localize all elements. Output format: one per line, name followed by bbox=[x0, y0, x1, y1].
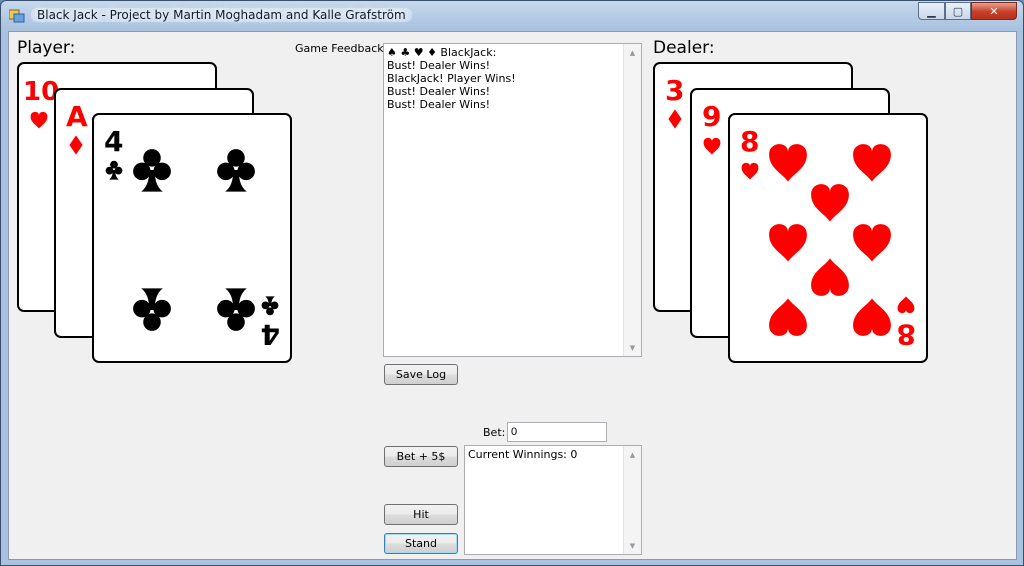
app-icon bbox=[9, 9, 25, 23]
player-card: 44 bbox=[92, 113, 292, 363]
close-button[interactable]: ✕ bbox=[971, 2, 1017, 20]
close-icon: ✕ bbox=[989, 4, 999, 18]
save-log-button[interactable]: Save Log bbox=[384, 364, 458, 385]
card-rank: 3 bbox=[665, 74, 684, 107]
client-area: Player: Dealer: Game Feedback: ♠ ♣ ♥ ♦ B… bbox=[8, 31, 1017, 560]
clubs-pip-icon bbox=[133, 288, 171, 331]
player-label: Player: bbox=[17, 38, 76, 58]
clubs-pip-icon bbox=[217, 149, 255, 192]
diamonds-corner-icon bbox=[668, 109, 682, 129]
feedback-line: Bust! Dealer Wins! bbox=[387, 85, 491, 98]
clubs-pip-icon bbox=[133, 149, 171, 192]
feedback-line: BlackJack! Player Wins! bbox=[387, 72, 516, 85]
card-rank: A bbox=[66, 100, 88, 133]
card-rank-bottom: 8 bbox=[897, 318, 916, 351]
application-window: Black Jack - Project by Martin Moghadam … bbox=[0, 0, 1024, 566]
feedback-line: Bust! Dealer Wins! bbox=[387, 98, 491, 111]
stand-button[interactable]: Stand bbox=[384, 533, 458, 554]
hearts-corner-icon bbox=[703, 137, 721, 155]
winnings-scrollbar[interactable]: ▲ ▼ bbox=[623, 446, 641, 554]
minimize-button[interactable]: ▁ bbox=[918, 2, 945, 20]
minimize-icon: ▁ bbox=[927, 4, 936, 18]
dealer-card: 88 bbox=[728, 113, 928, 363]
clubs-pip-icon bbox=[217, 288, 255, 331]
scroll-up-icon[interactable]: ▲ bbox=[624, 44, 641, 61]
feedback-line: ♠ ♣ ♥ ♦ BlackJack: bbox=[387, 46, 497, 59]
card-rank: 9 bbox=[702, 100, 721, 133]
hearts-corner-icon bbox=[897, 296, 915, 314]
game-feedback-content: ♠ ♣ ♥ ♦ BlackJack: Bust! Dealer Wins! Blac… bbox=[387, 46, 623, 111]
scroll-down-icon[interactable]: ▼ bbox=[624, 537, 641, 554]
hearts-corner-icon bbox=[741, 162, 759, 180]
hearts-pip-icon bbox=[769, 144, 807, 182]
title-bar[interactable]: Black Jack - Project by Martin Moghadam … bbox=[1, 1, 1023, 31]
hearts-pip-icon bbox=[769, 298, 807, 336]
bet-label: Bet: bbox=[483, 426, 506, 439]
card-rank: 8 bbox=[740, 125, 759, 158]
hit-button[interactable]: Hit bbox=[384, 504, 458, 525]
winnings-line: Current Winnings: 0 bbox=[468, 448, 578, 461]
feedback-line: Bust! Dealer Wins! bbox=[387, 59, 491, 72]
winnings-textbox[interactable]: Current Winnings: 0 ▲ ▼ bbox=[464, 445, 642, 555]
hearts-pip-icon bbox=[853, 144, 891, 182]
game-feedback-label: Game Feedback: bbox=[295, 42, 388, 55]
card-rank-bottom: 4 bbox=[261, 318, 280, 351]
diamonds-corner-icon bbox=[69, 135, 83, 155]
hearts-pip-icon bbox=[853, 224, 891, 262]
card-rank: 4 bbox=[104, 125, 123, 158]
feedback-scrollbar[interactable]: ▲ ▼ bbox=[623, 44, 641, 356]
bet-input[interactable] bbox=[507, 422, 607, 442]
scroll-up-icon[interactable]: ▲ bbox=[624, 446, 641, 463]
hearts-corner-icon bbox=[30, 111, 48, 129]
hearts-pip-icon bbox=[811, 258, 849, 296]
maximize-button[interactable]: ▢ bbox=[945, 2, 971, 20]
dealer-label: Dealer: bbox=[653, 38, 715, 58]
clubs-corner-icon bbox=[261, 296, 279, 316]
clubs-corner-icon bbox=[105, 160, 123, 180]
bet-plus-5-button[interactable]: Bet + 5$ bbox=[384, 446, 458, 467]
window-title: Black Jack - Project by Martin Moghadam … bbox=[31, 8, 412, 22]
game-feedback-textbox[interactable]: ♠ ♣ ♥ ♦ BlackJack: Bust! Dealer Wins! Blac… bbox=[383, 43, 642, 357]
scroll-down-icon[interactable]: ▼ bbox=[624, 339, 641, 356]
hearts-pip-icon bbox=[769, 224, 807, 262]
hearts-pip-icon bbox=[853, 298, 891, 336]
hearts-pip-icon bbox=[811, 184, 849, 222]
winnings-content: Current Winnings: 0 bbox=[468, 448, 623, 461]
maximize-icon: ▢ bbox=[952, 4, 964, 18]
